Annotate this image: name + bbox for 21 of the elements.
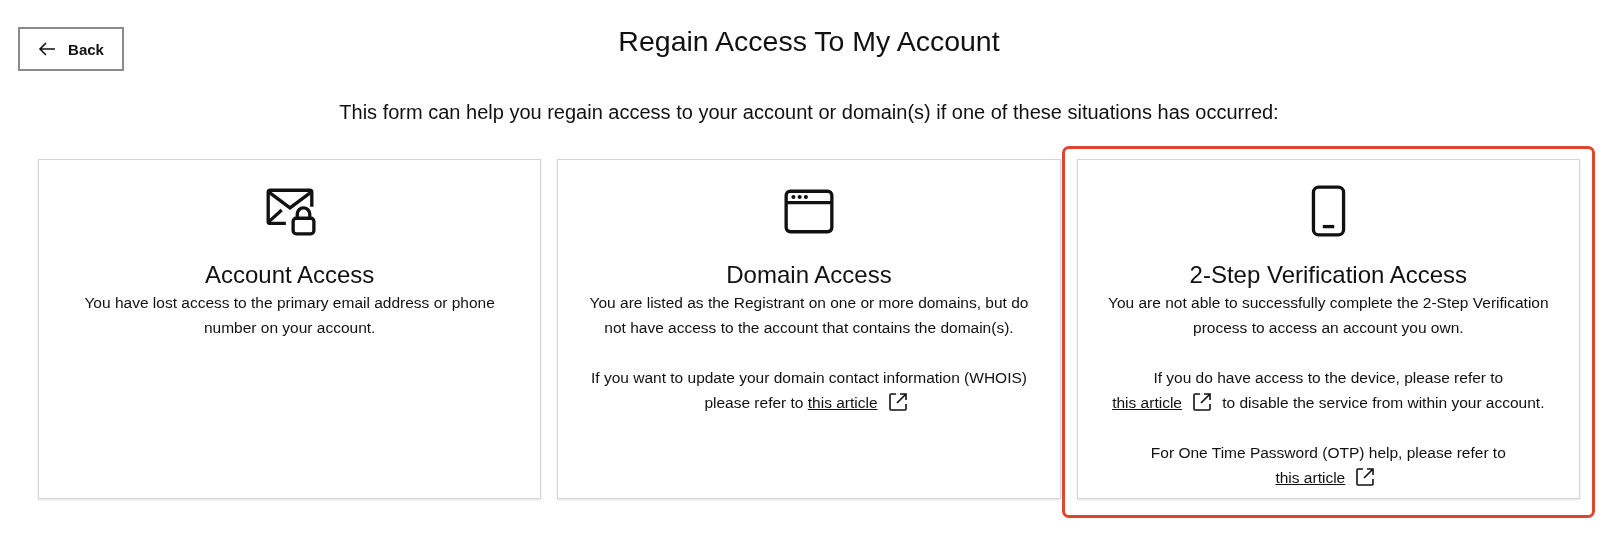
card-description: You are listed as the Registrant on one or more domains, but do not have access to the account that contains the domain(s). — [588, 293, 1030, 338]
card-title: Domain Access — [726, 260, 892, 290]
page-title: Regain Access To My Account — [618, 24, 1000, 59]
card-description: For One Time Password (OTP) help, please refer to this article — [1149, 443, 1507, 489]
card-title: Account Access — [204, 260, 375, 290]
intro-text: This form can help you regain access to your account or domain(s) if one of these situations has occurred: — [339, 101, 1279, 123]
article-link[interactable]: this article — [1275, 469, 1346, 486]
external-link-icon[interactable] — [1191, 392, 1212, 412]
card-description: You are not able to successfully complete the 2-Step Verification process to access an account you own. — [1107, 293, 1550, 338]
option-card[interactable]: Account Access You have lost access to the primary email address or phone number on your account. — [38, 159, 542, 499]
external-link-icon[interactable] — [887, 392, 908, 412]
card-description: You have lost access to the primary email address or phone number on your account. — [83, 293, 496, 338]
card-description: If you do have access to the device, please refer to this article to disable the service from within your account. — [1111, 368, 1546, 414]
card-title: 2-Step Verification Access — [1189, 260, 1468, 290]
option-card[interactable] — [557, 159, 1061, 499]
arrow-left-icon — [38, 42, 57, 56]
external-link-icon[interactable] — [1355, 467, 1376, 487]
card-description: If you want to update your domain contact information (WHOIS) please refer to this article — [590, 368, 1028, 414]
article-link[interactable]: this article — [1112, 394, 1182, 411]
article-link[interactable]: this article — [807, 394, 878, 411]
back-button[interactable]: Back — [18, 27, 124, 71]
